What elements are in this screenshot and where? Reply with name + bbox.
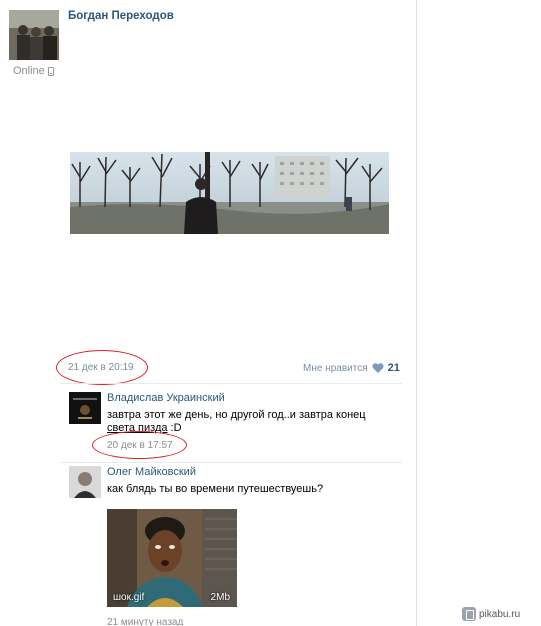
comment-author[interactable]: Олег Майковский xyxy=(107,466,196,478)
gif-filename: шок.gif xyxy=(113,592,145,603)
comment-avatar[interactable] xyxy=(69,466,101,498)
comment-avatar[interactable] xyxy=(69,392,101,424)
comment-text-line: завтра этот же день, но другой год..и за… xyxy=(107,409,366,421)
comment-text: как блядь ты во времени путешествуешь? xyxy=(107,483,324,495)
like-count: 21 xyxy=(387,362,400,374)
watermark-text: pikabu.ru xyxy=(479,608,521,620)
comments-divider xyxy=(60,383,402,384)
pikabu-icon xyxy=(462,607,476,621)
online-label: Online xyxy=(13,65,45,77)
gif-attachment[interactable]: шок.gif 2Mb xyxy=(107,509,237,607)
gif-size: 2Mb xyxy=(210,592,230,603)
profile-name[interactable]: Богдан Переходов xyxy=(68,10,174,22)
phone-icon xyxy=(47,66,54,76)
like-button[interactable]: Мне нравится 21 xyxy=(303,362,400,374)
pikabu-watermark: pikabu.ru xyxy=(462,607,520,621)
comment-text-rest: :D xyxy=(167,422,182,434)
comment-date[interactable]: 21 минуту назад xyxy=(107,617,183,626)
like-label: Мне нравится xyxy=(303,362,368,374)
comment-author[interactable]: Владислав Украинский xyxy=(107,392,225,404)
post-date[interactable]: 21 дек в 20:19 xyxy=(68,362,134,373)
comment-date[interactable]: 20 дек в 17:57 xyxy=(107,440,173,451)
page-right-border xyxy=(416,0,417,626)
post-photo[interactable] xyxy=(70,152,389,234)
profile-avatar[interactable] xyxy=(9,10,59,60)
comment-divider xyxy=(60,462,402,463)
heart-icon xyxy=(372,363,384,373)
online-status: Online xyxy=(13,65,54,77)
